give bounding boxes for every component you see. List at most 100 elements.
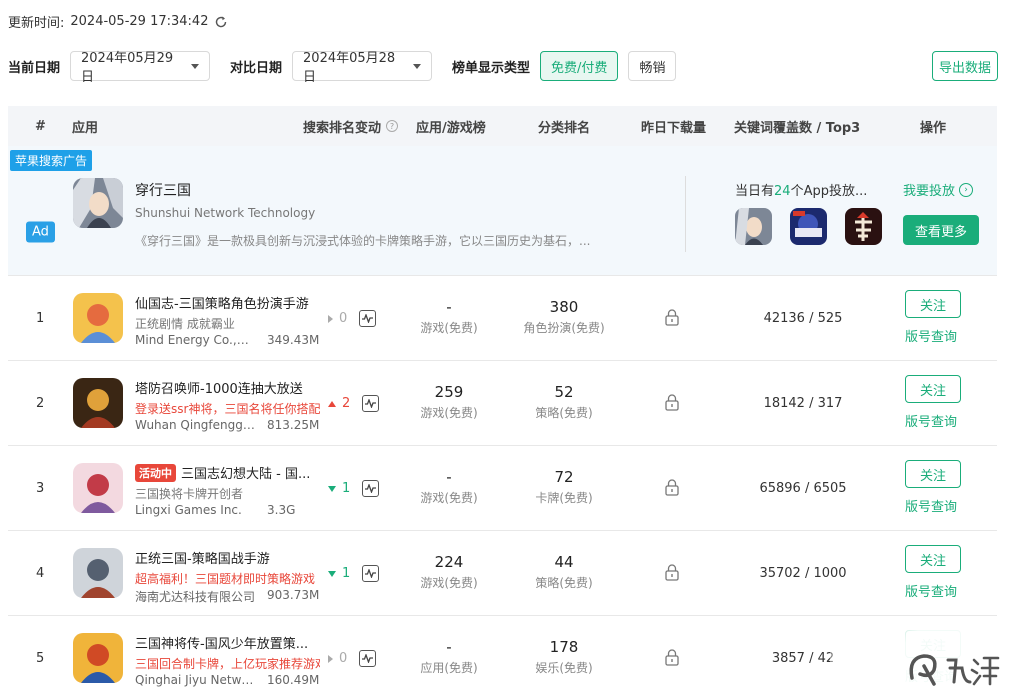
trend-chart-icon[interactable] bbox=[362, 565, 380, 582]
compare-date-label: 对比日期 bbox=[230, 60, 283, 76]
view-more-button[interactable]: 查看更多 bbox=[903, 215, 979, 245]
change-value: 1 bbox=[342, 566, 351, 581]
ad-description: 《穿行三国》是一款极具创新与沉浸式体验的卡牌策略手游，它以三国历史为基石，... bbox=[135, 234, 591, 248]
table-row: 4 正统三国-策略国战手游 超高福利！三国题材即时策略游戏 海南尤达科技有限公司 903… bbox=[8, 531, 997, 616]
rank-number: 4 bbox=[36, 566, 45, 581]
header-app: 应用 bbox=[72, 120, 99, 136]
app-subtitle: 三国回合制卡牌，上亿玩家推荐游戏 bbox=[135, 657, 320, 671]
search-rank-change: 0 bbox=[328, 276, 377, 361]
ad-app-icon[interactable] bbox=[735, 208, 772, 245]
category-name: 策略(免费) bbox=[535, 576, 593, 590]
list-name: 应用(免费) bbox=[420, 661, 478, 675]
event-tag: 活动中 bbox=[135, 463, 176, 482]
lock-icon[interactable] bbox=[665, 479, 679, 500]
ad-app-name[interactable]: 穿行三国 bbox=[135, 180, 191, 200]
license-query-link[interactable]: 版号查询 bbox=[905, 496, 957, 515]
app-icon[interactable] bbox=[73, 378, 123, 428]
app-size: 903.73M bbox=[267, 588, 320, 602]
type-free-paid-button[interactable]: 免费/付费 bbox=[540, 51, 619, 81]
app-subtitle: 登录送ssr神将，三国名将任你搭配 bbox=[135, 402, 320, 416]
app-name-text: 仙国志-三国策略角色扮演手游 bbox=[135, 297, 309, 312]
app-name[interactable]: 塔防召唤师-1000连抽大放送 bbox=[135, 378, 303, 397]
ad-app-icon[interactable] bbox=[845, 208, 882, 245]
category-name: 角色扮演(免费) bbox=[523, 321, 605, 335]
compare-date-select[interactable]: 2024年05月28日 bbox=[292, 51, 433, 85]
header-category-rank: 分类排名 bbox=[538, 120, 591, 136]
trend-chart-icon[interactable] bbox=[362, 480, 380, 497]
follow-button[interactable]: 关注 bbox=[905, 290, 961, 318]
category-rank-value: 380 bbox=[549, 298, 579, 316]
category-rank: 52 策略(免费) bbox=[519, 383, 609, 421]
ad-app-icon[interactable] bbox=[790, 208, 827, 245]
lock-icon[interactable] bbox=[665, 649, 679, 670]
list-name: 游戏(免费) bbox=[420, 406, 478, 420]
license-query-link[interactable]: 版号查询 bbox=[905, 326, 957, 345]
follow-button[interactable]: 关注 bbox=[905, 460, 961, 488]
change-value: 2 bbox=[342, 396, 351, 411]
list-name: 游戏(免费) bbox=[420, 321, 478, 335]
follow-button[interactable]: 关注 bbox=[905, 375, 961, 403]
rank-up-icon bbox=[328, 400, 336, 407]
trend-chart-icon[interactable] bbox=[362, 395, 380, 412]
license-query-link[interactable]: 版号查询 bbox=[905, 411, 957, 430]
help-icon[interactable]: ? bbox=[386, 120, 399, 132]
rank-down-icon bbox=[328, 570, 336, 577]
app-name[interactable]: 正统三国-策略国战手游 bbox=[135, 548, 270, 567]
lock-icon[interactable] bbox=[665, 564, 679, 585]
app-name-text: 塔防召唤师-1000连抽大放送 bbox=[135, 382, 303, 397]
list-rank-value: - bbox=[446, 638, 452, 656]
type-grossing-button[interactable]: 畅销 bbox=[628, 51, 677, 81]
refresh-icon[interactable] bbox=[214, 15, 228, 29]
caret-down-icon bbox=[413, 63, 422, 69]
no-change-icon bbox=[328, 654, 333, 663]
list-name: 游戏(免费) bbox=[420, 491, 478, 505]
follow-button[interactable]: 关注 bbox=[905, 545, 961, 573]
rank-down-icon bbox=[328, 485, 336, 492]
keyword-coverage: 42136 / 525 bbox=[763, 311, 843, 326]
no-change-icon bbox=[328, 314, 333, 323]
category-name: 娱乐(免费) bbox=[535, 661, 593, 675]
apple-search-ad-tag: 苹果搜索广告 bbox=[10, 150, 93, 171]
app-subtitle: 三国换将卡牌开创者 bbox=[135, 487, 244, 501]
app-icon[interactable] bbox=[73, 548, 123, 598]
app-size: 160.49M bbox=[267, 673, 320, 687]
change-value: 1 bbox=[342, 481, 351, 496]
app-icon[interactable] bbox=[73, 463, 123, 513]
app-name-text: 三国志幻想大陆 - 国... bbox=[181, 467, 311, 482]
trend-chart-icon[interactable] bbox=[359, 650, 377, 667]
license-query-link[interactable]: 版号查询 bbox=[905, 581, 957, 600]
app-name[interactable]: 仙国志-三国策略角色扮演手游 bbox=[135, 293, 309, 312]
developer-name: Lingxi Games Inc. bbox=[135, 503, 242, 517]
ad-cta-link[interactable]: 我要投放 › bbox=[903, 180, 974, 199]
update-time-label: 更新时间: bbox=[8, 16, 65, 31]
lock-icon[interactable] bbox=[665, 309, 679, 330]
app-game-list-rank: - 游戏(免费) bbox=[404, 468, 494, 506]
app-icon[interactable] bbox=[73, 178, 123, 228]
app-subtitle: 超高福利！三国题材即时策略游戏 bbox=[135, 572, 316, 586]
list-type-label: 榜单显示类型 bbox=[452, 60, 531, 76]
category-rank-value: 44 bbox=[554, 553, 574, 571]
app-name[interactable]: 三国神将传-国风少年放置策... bbox=[135, 633, 308, 652]
table-row: 3 活动中 三国志幻想大陆 - 国... 三国换将卡牌开创者 Lingxi Games … bbox=[8, 446, 997, 531]
list-rank-value: - bbox=[446, 298, 452, 316]
change-value: 0 bbox=[339, 311, 348, 326]
keyword-coverage: 18142 / 317 bbox=[763, 396, 843, 411]
app-size: 3.3G bbox=[267, 503, 296, 517]
developer-line: Lingxi Games Inc. 3.3G bbox=[135, 503, 295, 517]
update-time: 更新时间: 2024-05-29 17:34:42 bbox=[8, 12, 228, 31]
list-rank-value: 259 bbox=[434, 383, 464, 401]
divider bbox=[685, 176, 686, 252]
app-size: 813.25M bbox=[267, 418, 320, 432]
category-name: 卡牌(免费) bbox=[535, 491, 593, 505]
lock-icon[interactable] bbox=[665, 394, 679, 415]
app-game-list-rank: 224 游戏(免费) bbox=[404, 553, 494, 591]
category-rank-value: 178 bbox=[549, 638, 579, 656]
export-button[interactable]: 导出数据 bbox=[931, 51, 998, 81]
trend-chart-icon[interactable] bbox=[359, 310, 377, 327]
app-name[interactable]: 活动中 三国志幻想大陆 - 国... bbox=[135, 463, 310, 482]
app-icon[interactable] bbox=[73, 633, 123, 683]
header-app-game-list: 应用/游戏榜 bbox=[416, 120, 486, 136]
app-icon[interactable] bbox=[73, 293, 123, 343]
keyword-coverage: 65896 / 6505 bbox=[759, 481, 847, 496]
current-date-select[interactable]: 2024年05月29日 bbox=[70, 51, 211, 85]
